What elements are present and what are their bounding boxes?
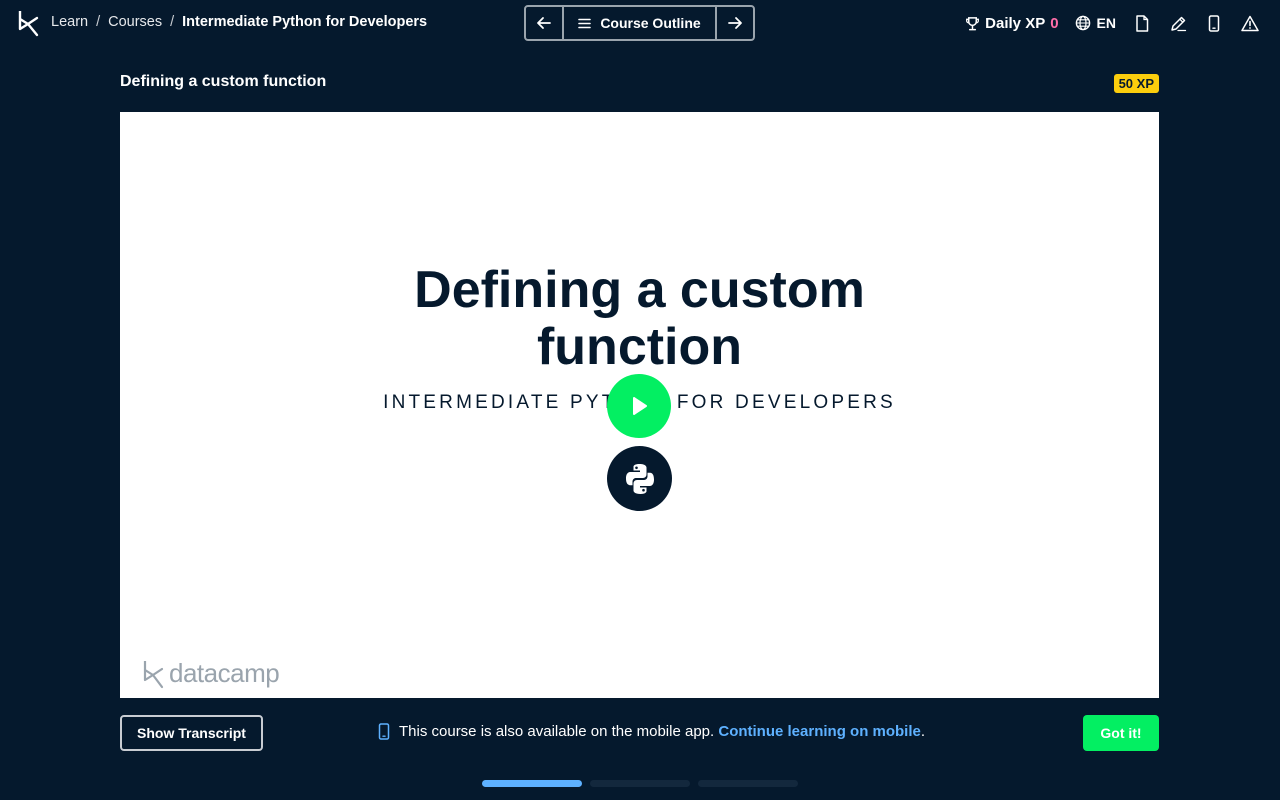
play-button[interactable]: [607, 374, 671, 438]
progress-segment: [698, 780, 798, 787]
globe-icon: [1075, 15, 1090, 31]
arrow-left-icon: [537, 17, 551, 29]
breadcrumb: Learn / Courses / Intermediate Python fo…: [51, 14, 427, 30]
breadcrumb-separator: /: [170, 14, 175, 30]
mobile-app-button[interactable]: [1204, 13, 1224, 33]
header-tools: Daily XP 0 EN: [965, 11, 1260, 35]
mobile-icon: [378, 723, 390, 740]
daily-xp[interactable]: Daily XP 0: [965, 14, 1059, 32]
datacamp-watermark: datacamp: [142, 658, 280, 689]
breadcrumb-learn[interactable]: Learn: [51, 14, 88, 30]
course-navigation: Course Outline: [524, 5, 755, 41]
datacamp-logo-icon: [143, 660, 164, 688]
show-transcript-button[interactable]: Show Transcript: [120, 715, 263, 751]
breadcrumb-current-course[interactable]: Intermediate Python for Developers: [182, 14, 427, 30]
warning-icon: [1241, 15, 1259, 31]
play-icon: [633, 397, 647, 415]
continue-on-mobile-link[interactable]: Continue learning on mobile: [718, 723, 921, 740]
notes-button[interactable]: [1168, 13, 1188, 33]
slide-title-line: Defining a custom: [414, 261, 865, 319]
datacamp-logo-icon[interactable]: [17, 9, 41, 37]
python-logo-icon: [607, 446, 672, 511]
slide-title-line: function: [536, 318, 743, 376]
lesson-title: Defining a custom function: [120, 73, 327, 90]
mobile-app-message: This course is also available on the mob…: [399, 723, 715, 740]
datacamp-wordmark: datacamp: [169, 658, 280, 688]
progress-segment-active: [482, 780, 582, 787]
mobile-app-banner: This course is also available on the mob…: [378, 723, 925, 740]
course-outline-label: Course Outline: [600, 15, 701, 31]
pencil-icon: [1170, 16, 1186, 31]
breadcrumb-courses[interactable]: Courses: [108, 14, 162, 30]
trophy-icon: [966, 16, 980, 30]
slides-button[interactable]: [1132, 13, 1152, 33]
breadcrumb-separator: /: [96, 14, 101, 30]
menu-icon: [578, 18, 592, 28]
next-exercise-button[interactable]: [717, 7, 753, 39]
arrow-right-icon: [728, 17, 742, 29]
report-issue-button[interactable]: [1240, 13, 1260, 33]
slide-title: Defining a custom function: [120, 262, 1159, 376]
daily-xp-label: Daily XP: [985, 14, 1046, 32]
progress-segment: [590, 780, 690, 787]
document-icon: [1136, 14, 1149, 32]
course-outline-button[interactable]: Course Outline: [562, 7, 717, 39]
got-it-button[interactable]: Got it!: [1083, 715, 1159, 751]
language-label: EN: [1096, 15, 1116, 31]
video-player[interactable]: Defining a custom function INTERMEDIATE …: [120, 112, 1159, 698]
mobile-icon: [1208, 14, 1220, 32]
xp-badge: 50 XP: [1113, 74, 1159, 93]
lesson-progress: [482, 780, 798, 787]
top-bar: Learn / Courses / Intermediate Python fo…: [0, 0, 1280, 46]
daily-xp-value: 0: [1050, 14, 1059, 32]
previous-exercise-button[interactable]: [526, 7, 562, 39]
language-selector[interactable]: EN: [1075, 15, 1116, 31]
message-period: .: [920, 723, 926, 740]
